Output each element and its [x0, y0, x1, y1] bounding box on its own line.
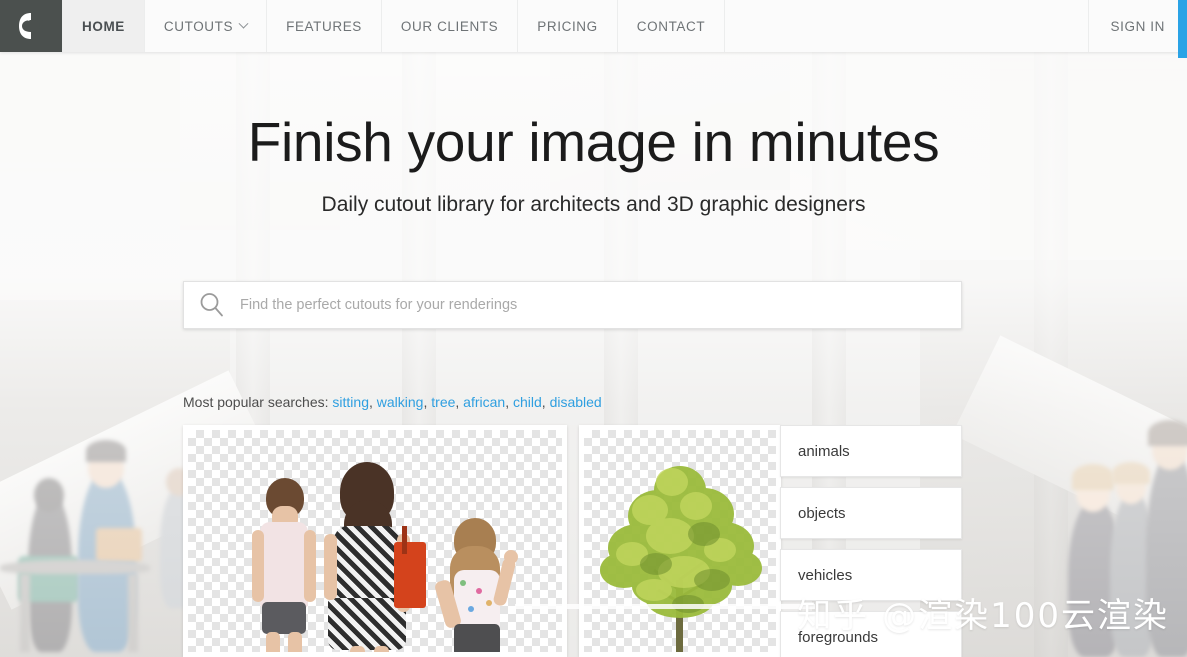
category-item-foregrounds[interactable]: foregrounds: [780, 611, 962, 657]
cutout-card-tree[interactable]: [579, 425, 781, 657]
popular-tag-disabled[interactable]: disabled: [550, 394, 602, 410]
chevron-down-icon: [238, 18, 249, 29]
nav-item-our-clients[interactable]: OUR CLIENTS: [382, 0, 519, 52]
search-section: [183, 281, 962, 329]
site-logo[interactable]: [0, 0, 62, 52]
sign-in-button[interactable]: SIGN IN: [1087, 0, 1187, 52]
hero-content: Finish your image in minutes Daily cutou…: [0, 52, 1187, 410]
cutout-panels: [183, 425, 781, 657]
category-item-animals[interactable]: animals: [780, 425, 962, 477]
category-label: vehicles: [798, 566, 853, 584]
popular-tag-african[interactable]: african: [463, 394, 505, 410]
category-item-vehicles[interactable]: vehicles: [780, 549, 962, 601]
category-label: objects: [798, 504, 846, 522]
category-label: foregrounds: [798, 628, 879, 646]
popular-tag-walking[interactable]: walking: [377, 394, 424, 410]
transparency-checkerboard: [584, 430, 776, 652]
watermark-underline: [515, 604, 815, 609]
mask-face-logo-icon: [19, 13, 43, 39]
popular-tag-tree[interactable]: tree: [431, 394, 455, 410]
transparency-checkerboard: [188, 430, 562, 652]
popular-tag-child[interactable]: child: [513, 394, 542, 410]
category-item-objects[interactable]: objects: [780, 487, 962, 539]
top-navigation-bar: HOME CUTOUTS FEATURES OUR CLIENTS PRICIN…: [0, 0, 1187, 52]
nav-item-label: CONTACT: [636, 18, 706, 34]
nav-item-label: CUTOUTS: [163, 18, 234, 34]
category-list: animals objects vehicles foregrounds: [780, 425, 962, 657]
page-root: HOME CUTOUTS FEATURES OUR CLIENTS PRICIN…: [0, 0, 1187, 657]
search-input[interactable]: [240, 282, 961, 328]
nav-item-label: OUR CLIENTS: [400, 18, 499, 34]
nav-item-label: PRICING: [537, 18, 598, 34]
cutout-card-people[interactable]: [183, 425, 567, 657]
nav-items: HOME CUTOUTS FEATURES OUR CLIENTS PRICIN…: [62, 0, 726, 52]
search-icon: [200, 293, 223, 317]
popular-searches-label: Most popular searches:: [183, 394, 329, 410]
nav-item-home[interactable]: HOME: [62, 0, 145, 52]
sign-in-label: SIGN IN: [1110, 18, 1165, 34]
page-subtitle: Daily cutout library for architects and …: [321, 192, 866, 216]
search-icon-cell: [184, 290, 240, 320]
nav-item-cutouts[interactable]: CUTOUTS: [145, 0, 268, 52]
nav-item-label: HOME: [82, 18, 125, 34]
category-label: animals: [798, 442, 850, 460]
search-box[interactable]: [183, 281, 962, 329]
page-title: Finish your image in minutes: [247, 111, 940, 173]
tree-cutout-graphic: [600, 466, 762, 652]
popular-searches: Most popular searches: sitting, walking,…: [183, 394, 602, 410]
nav-item-contact[interactable]: CONTACT: [618, 0, 726, 52]
nav-item-features[interactable]: FEATURES: [267, 0, 382, 52]
popular-tag-sitting[interactable]: sitting: [332, 394, 369, 410]
nav-item-label: FEATURES: [286, 18, 362, 34]
nav-item-pricing[interactable]: PRICING: [518, 0, 618, 52]
accent-edge-strip: [1178, 0, 1187, 58]
